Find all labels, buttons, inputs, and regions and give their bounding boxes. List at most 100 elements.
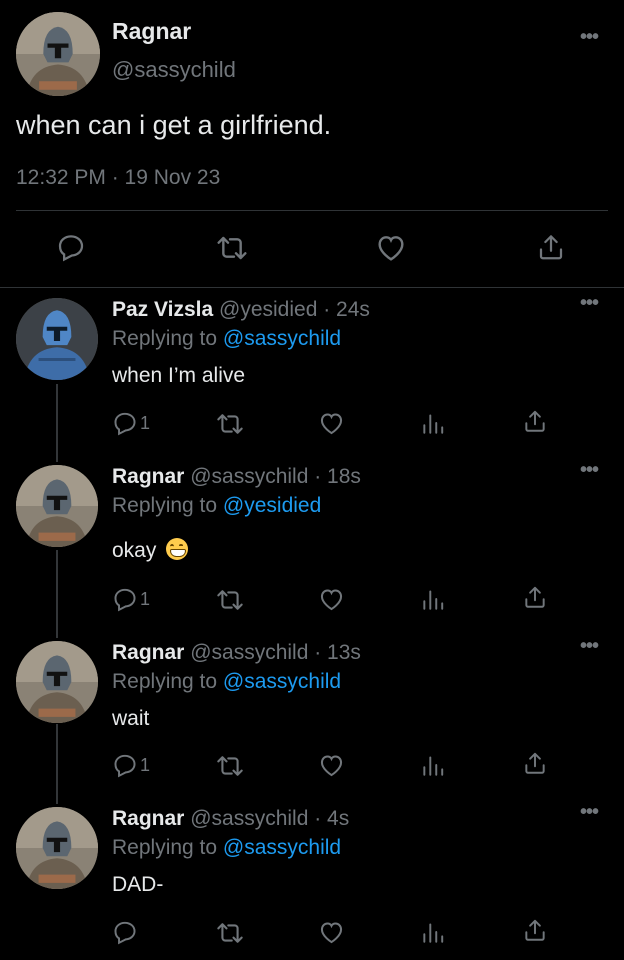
reply-count: 1 <box>140 754 151 775</box>
avatar[interactable] <box>16 465 98 547</box>
more-icon[interactable]: ••• <box>580 27 599 47</box>
main-tweet[interactable]: Ragnar @sassychild ••• when can i get a … <box>0 0 624 288</box>
views-button[interactable] <box>420 919 446 945</box>
like-icon <box>318 410 345 437</box>
replying-prefix: Replying to <box>112 327 223 350</box>
like-icon <box>318 919 345 946</box>
more-icon[interactable]: ••• <box>580 802 599 822</box>
share-icon <box>536 232 566 262</box>
like-icon <box>318 586 345 613</box>
reply-header: Ragnar @sassychild · 18s <box>112 465 361 489</box>
retweet-icon <box>216 919 244 947</box>
reply-icon <box>112 586 138 612</box>
reply-tweet[interactable]: Ragnar @sassychild · 18s ••• Replying to… <box>0 460 624 615</box>
more-icon[interactable]: ••• <box>580 460 599 480</box>
share-icon <box>522 750 548 776</box>
retweet-button[interactable] <box>216 586 244 614</box>
share-button[interactable] <box>522 408 548 434</box>
replying-to: Replying to @sassychild <box>112 670 341 694</box>
share-button[interactable] <box>522 917 548 943</box>
reply-text: okay <box>112 539 157 562</box>
tweet-text: when can i get a girlfriend. <box>16 110 332 140</box>
mention-link[interactable]: @sassychild <box>223 670 341 693</box>
views-button[interactable] <box>420 752 446 778</box>
replying-to: Replying to @yesidied <box>112 494 321 518</box>
divider <box>16 210 608 211</box>
like-icon <box>375 232 407 264</box>
reply-icon <box>112 919 138 945</box>
grey-armor-avatar-image <box>16 641 98 723</box>
views-icon <box>420 752 446 778</box>
author-name[interactable]: Ragnar <box>112 807 184 830</box>
avatar[interactable] <box>16 298 98 380</box>
reply-text: DAD- <box>112 873 164 896</box>
reply-text: when I’m alive <box>112 364 246 387</box>
tweet-thread-page: Ragnar @sassychild ••• when can i get a … <box>0 0 624 960</box>
retweet-button[interactable] <box>216 410 244 438</box>
author-handle-time[interactable]: @sassychild · 4s <box>184 807 349 830</box>
author-handle-time[interactable]: @sassychild · 13s <box>184 641 361 664</box>
reply-button[interactable] <box>56 232 86 262</box>
mention-link[interactable]: @sassychild <box>223 836 341 859</box>
replying-prefix: Replying to <box>112 494 223 517</box>
reply-tweet[interactable]: Paz Vizsla @yesidied · 24s ••• Replying … <box>0 293 624 448</box>
replying-prefix: Replying to <box>112 836 223 859</box>
more-icon[interactable]: ••• <box>580 636 599 656</box>
blue-armor-avatar-image <box>16 298 98 380</box>
reply-tweet[interactable]: Ragnar @sassychild · 4s ••• Replying to … <box>0 802 624 957</box>
reply-button[interactable]: 1 <box>112 586 150 612</box>
retweet-button[interactable] <box>216 919 244 947</box>
share-button[interactable] <box>536 232 566 262</box>
author-handle-time[interactable]: @yesidied · 24s <box>213 298 370 321</box>
reply-header: Ragnar @sassychild · 4s <box>112 807 349 831</box>
share-icon <box>522 408 548 434</box>
mention-link[interactable]: @sassychild <box>223 327 341 350</box>
views-button[interactable] <box>420 410 446 436</box>
retweet-button[interactable] <box>216 232 248 264</box>
author-name[interactable]: Ragnar <box>112 18 191 45</box>
avatar[interactable] <box>16 12 100 96</box>
share-button[interactable] <box>522 750 548 776</box>
reply-button[interactable] <box>112 919 140 945</box>
retweet-icon <box>216 232 248 264</box>
reply-text-row: okay <box>112 538 189 563</box>
author-handle-time[interactable]: @sassychild · 18s <box>184 465 361 488</box>
reply-button[interactable]: 1 <box>112 752 150 778</box>
mention-link[interactable]: @yesidied <box>223 494 321 517</box>
reply-icon <box>112 410 138 436</box>
replying-to: Replying to @sassychild <box>112 327 341 351</box>
like-icon <box>318 752 345 779</box>
retweet-icon <box>216 752 244 780</box>
views-button[interactable] <box>420 586 446 612</box>
views-icon <box>420 919 446 945</box>
reply-tweet[interactable]: Ragnar @sassychild · 13s ••• Replying to… <box>0 636 624 791</box>
retweet-icon <box>216 410 244 438</box>
like-button[interactable] <box>318 919 345 946</box>
retweet-button[interactable] <box>216 752 244 780</box>
retweet-icon <box>216 586 244 614</box>
avatar[interactable] <box>16 641 98 723</box>
share-icon <box>522 584 548 610</box>
author-name[interactable]: Paz Vizsla <box>112 298 213 321</box>
grey-armor-avatar-image <box>16 12 100 96</box>
share-icon <box>522 917 548 943</box>
author-name[interactable]: Ragnar <box>112 641 184 664</box>
views-icon <box>420 586 446 612</box>
views-icon <box>420 410 446 436</box>
avatar[interactable] <box>16 807 98 889</box>
reply-icon <box>56 232 86 262</box>
grinning-face-emoji <box>166 538 189 560</box>
like-button[interactable] <box>318 586 345 613</box>
tweet-timestamp[interactable]: 12:32 PM · 19 Nov 23 <box>16 166 220 190</box>
author-name[interactable]: Ragnar <box>112 465 184 488</box>
more-icon[interactable]: ••• <box>580 293 599 313</box>
author-handle[interactable]: @sassychild <box>112 57 236 83</box>
like-button[interactable] <box>318 752 345 779</box>
reply-button[interactable]: 1 <box>112 410 150 436</box>
like-button[interactable] <box>318 410 345 437</box>
like-button[interactable] <box>375 232 407 264</box>
reply-count: 1 <box>140 412 151 433</box>
reply-header: Ragnar @sassychild · 13s <box>112 641 361 665</box>
reply-icon <box>112 752 138 778</box>
share-button[interactable] <box>522 584 548 610</box>
